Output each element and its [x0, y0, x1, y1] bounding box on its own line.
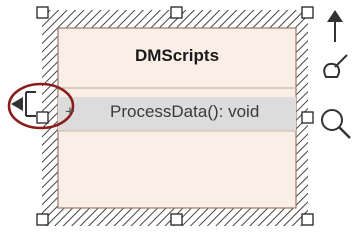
resize-handle-top[interactable]	[170, 6, 183, 19]
diagram-canvas	[7, 6, 351, 226]
resize-handle-bottom[interactable]	[170, 213, 183, 226]
brush-icon[interactable]	[323, 54, 348, 78]
resize-handle-top-left[interactable]	[36, 6, 49, 19]
resize-handle-bottom-left[interactable]	[36, 213, 49, 226]
resize-handle-left[interactable]	[36, 111, 49, 124]
resize-handle-right[interactable]	[301, 111, 314, 124]
arrow-up-icon[interactable]	[327, 10, 343, 42]
resize-handle-bottom-right[interactable]	[301, 213, 314, 226]
operation-visibility: +	[65, 102, 75, 121]
resize-handle-top-right[interactable]	[301, 6, 314, 19]
operation-signature[interactable]: ProcessData(): void	[110, 102, 259, 122]
class-name: DMScripts	[134, 46, 220, 65]
magnifier-icon[interactable]	[321, 109, 351, 139]
link-arrow-left-icon[interactable]	[11, 91, 36, 117]
